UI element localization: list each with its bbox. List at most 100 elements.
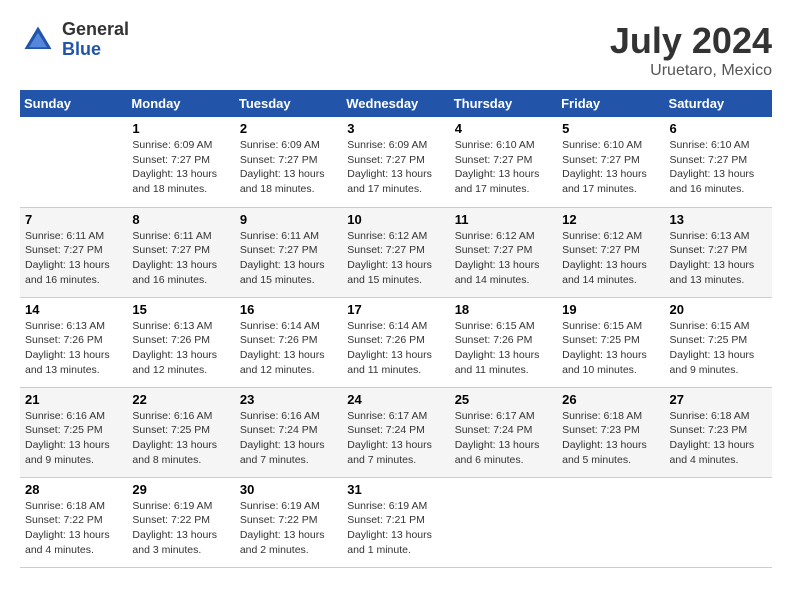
week-row: 14 Sunrise: 6:13 AMSunset: 7:26 PMDayligh… [20, 297, 772, 387]
calendar-cell: 24Sunrise: 6:17 AMSunset: 7:24 PMDayligh… [342, 387, 449, 477]
calendar-cell: 21 Sunrise: 6:16 AMSunset: 7:25 PMDayligh… [20, 387, 127, 477]
day-info: Sunrise: 6:10 AMSunset: 7:27 PMDaylight:… [670, 138, 767, 197]
day-info: Sunrise: 6:11 AMSunset: 7:27 PMDaylight:… [132, 229, 229, 288]
calendar-cell: 25 Sunrise: 6:17 AMSunset: 7:24 PMDayligh… [450, 387, 557, 477]
day-info: Sunrise: 6:13 AMSunset: 7:26 PMDaylight:… [25, 319, 122, 378]
calendar-cell: 10 Sunrise: 6:12 AMSunset: 7:27 PMDayligh… [342, 207, 449, 297]
calendar-cell: 22 Sunrise: 6:16 AMSunset: 7:25 PMDayligh… [127, 387, 234, 477]
day-info: Sunrise: 6:16 AMSunset: 7:25 PMDaylight:… [132, 409, 229, 468]
day-info: Sunrise: 6:09 AMSunset: 7:27 PMDaylight:… [347, 138, 444, 197]
day-info: Sunrise: 6:18 AMSunset: 7:23 PMDaylight:… [670, 409, 767, 468]
day-number: 28 [25, 482, 122, 497]
calendar-cell: 5 Sunrise: 6:10 AMSunset: 7:27 PMDaylight… [557, 117, 664, 207]
calendar-cell [450, 477, 557, 567]
logo-blue: Blue [62, 40, 129, 60]
calendar-cell: 7 Sunrise: 6:11 AMSunset: 7:27 PMDaylight… [20, 207, 127, 297]
day-info: Sunrise: 6:16 AMSunset: 7:25 PMDaylight:… [25, 409, 122, 468]
calendar-cell: 2Sunrise: 6:09 AMSunset: 7:27 PMDaylight… [235, 117, 342, 207]
day-number: 18 [455, 302, 552, 317]
day-number: 14 [25, 302, 122, 317]
days-of-week-row: SundayMondayTuesdayWednesdayThursdayFrid… [20, 90, 772, 117]
day-info: Sunrise: 6:18 AMSunset: 7:23 PMDaylight:… [562, 409, 659, 468]
page-header: General Blue July 2024 Uruetaro, Mexico [20, 20, 772, 80]
calendar-cell: 19 Sunrise: 6:15 AMSunset: 7:25 PMDayligh… [557, 297, 664, 387]
day-of-week-header: Friday [557, 90, 664, 117]
day-of-week-header: Thursday [450, 90, 557, 117]
logo-text: General Blue [62, 20, 129, 60]
day-info: Sunrise: 6:09 AMSunset: 7:27 PMDaylight:… [132, 138, 229, 197]
calendar-cell [665, 477, 772, 567]
day-number: 23 [240, 392, 337, 407]
day-number: 31 [347, 482, 444, 497]
calendar-title: July 2024 [610, 20, 772, 62]
calendar-cell: 9Sunrise: 6:11 AMSunset: 7:27 PMDaylight… [235, 207, 342, 297]
calendar-cell: 31Sunrise: 6:19 AMSunset: 7:21 PMDayligh… [342, 477, 449, 567]
day-info: Sunrise: 6:14 AMSunset: 7:26 PMDaylight:… [347, 319, 444, 378]
calendar-cell: 1 Sunrise: 6:09 AMSunset: 7:27 PMDaylight… [127, 117, 234, 207]
day-number: 26 [562, 392, 659, 407]
day-info: Sunrise: 6:15 AMSunset: 7:26 PMDaylight:… [455, 319, 552, 378]
calendar-cell: 29 Sunrise: 6:19 AMSunset: 7:22 PMDayligh… [127, 477, 234, 567]
week-row: 28 Sunrise: 6:18 AMSunset: 7:22 PMDayligh… [20, 477, 772, 567]
calendar-body: 1 Sunrise: 6:09 AMSunset: 7:27 PMDaylight… [20, 117, 772, 567]
day-info: Sunrise: 6:11 AMSunset: 7:27 PMDaylight:… [25, 229, 122, 288]
day-number: 1 [132, 121, 229, 136]
day-number: 25 [455, 392, 552, 407]
day-info: Sunrise: 6:14 AMSunset: 7:26 PMDaylight:… [240, 319, 337, 378]
day-number: 22 [132, 392, 229, 407]
day-info: Sunrise: 6:15 AMSunset: 7:25 PMDaylight:… [562, 319, 659, 378]
calendar-cell: 3 Sunrise: 6:09 AMSunset: 7:27 PMDaylight… [342, 117, 449, 207]
day-number: 21 [25, 392, 122, 407]
day-of-week-header: Wednesday [342, 90, 449, 117]
day-number: 7 [25, 212, 122, 227]
day-number: 6 [670, 121, 767, 136]
calendar-cell: 6 Sunrise: 6:10 AMSunset: 7:27 PMDaylight… [665, 117, 772, 207]
day-number: 30 [240, 482, 337, 497]
day-number: 10 [347, 212, 444, 227]
calendar-cell [20, 117, 127, 207]
day-number: 13 [670, 212, 767, 227]
day-info: Sunrise: 6:16 AMSunset: 7:24 PMDaylight:… [240, 409, 337, 468]
day-info: Sunrise: 6:19 AMSunset: 7:22 PMDaylight:… [240, 499, 337, 558]
calendar-location: Uruetaro, Mexico [610, 62, 772, 80]
calendar-header: SundayMondayTuesdayWednesdayThursdayFrid… [20, 90, 772, 117]
calendar-cell: 16 Sunrise: 6:14 AMSunset: 7:26 PMDayligh… [235, 297, 342, 387]
title-block: July 2024 Uruetaro, Mexico [610, 20, 772, 80]
calendar-cell: 30 Sunrise: 6:19 AMSunset: 7:22 PMDayligh… [235, 477, 342, 567]
day-info: Sunrise: 6:12 AMSunset: 7:27 PMDaylight:… [455, 229, 552, 288]
calendar-table: SundayMondayTuesdayWednesdayThursdayFrid… [20, 90, 772, 568]
day-number: 16 [240, 302, 337, 317]
day-info: Sunrise: 6:13 AMSunset: 7:26 PMDaylight:… [132, 319, 229, 378]
day-number: 20 [670, 302, 767, 317]
calendar-cell: 8 Sunrise: 6:11 AMSunset: 7:27 PMDaylight… [127, 207, 234, 297]
day-of-week-header: Tuesday [235, 90, 342, 117]
calendar-cell: 4Sunrise: 6:10 AMSunset: 7:27 PMDaylight… [450, 117, 557, 207]
calendar-cell: 28 Sunrise: 6:18 AMSunset: 7:22 PMDayligh… [20, 477, 127, 567]
day-info: Sunrise: 6:11 AMSunset: 7:27 PMDaylight:… [240, 229, 337, 288]
day-info: Sunrise: 6:10 AMSunset: 7:27 PMDaylight:… [562, 138, 659, 197]
day-number: 29 [132, 482, 229, 497]
calendar-cell: 26 Sunrise: 6:18 AMSunset: 7:23 PMDayligh… [557, 387, 664, 477]
day-info: Sunrise: 6:12 AMSunset: 7:27 PMDaylight:… [347, 229, 444, 288]
day-number: 19 [562, 302, 659, 317]
day-info: Sunrise: 6:18 AMSunset: 7:22 PMDaylight:… [25, 499, 122, 558]
day-number: 8 [132, 212, 229, 227]
day-info: Sunrise: 6:10 AMSunset: 7:27 PMDaylight:… [455, 138, 552, 197]
day-info: Sunrise: 6:17 AMSunset: 7:24 PMDaylight:… [455, 409, 552, 468]
day-number: 15 [132, 302, 229, 317]
calendar-cell: 13Sunrise: 6:13 AMSunset: 7:27 PMDayligh… [665, 207, 772, 297]
day-number: 27 [670, 392, 767, 407]
day-of-week-header: Monday [127, 90, 234, 117]
calendar-cell: 11Sunrise: 6:12 AMSunset: 7:27 PMDayligh… [450, 207, 557, 297]
day-number: 5 [562, 121, 659, 136]
day-number: 2 [240, 121, 337, 136]
day-number: 17 [347, 302, 444, 317]
day-number: 3 [347, 121, 444, 136]
calendar-cell: 14 Sunrise: 6:13 AMSunset: 7:26 PMDayligh… [20, 297, 127, 387]
calendar-cell: 17 Sunrise: 6:14 AMSunset: 7:26 PMDayligh… [342, 297, 449, 387]
day-info: Sunrise: 6:19 AMSunset: 7:22 PMDaylight:… [132, 499, 229, 558]
day-info: Sunrise: 6:12 AMSunset: 7:27 PMDaylight:… [562, 229, 659, 288]
week-row: 7 Sunrise: 6:11 AMSunset: 7:27 PMDaylight… [20, 207, 772, 297]
logo-general: General [62, 20, 129, 40]
day-of-week-header: Sunday [20, 90, 127, 117]
